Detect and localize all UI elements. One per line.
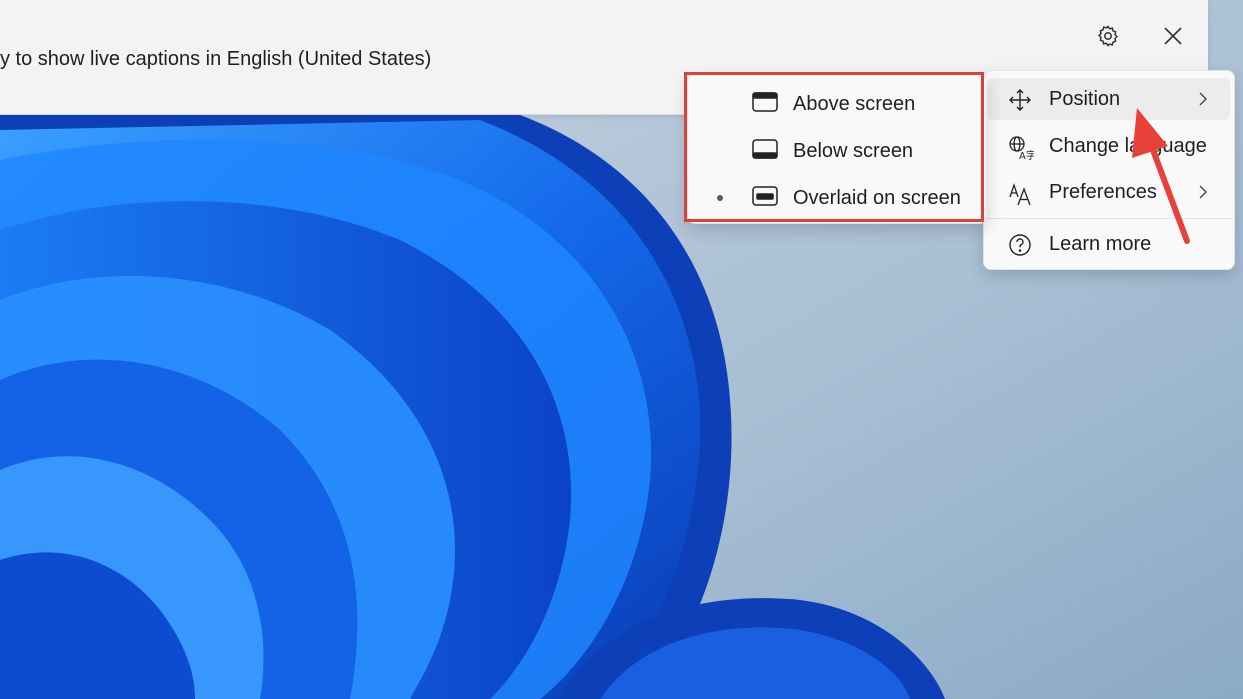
menu-item-label: Learn more xyxy=(1049,232,1152,255)
window-bottom-bar-icon xyxy=(752,139,778,164)
submenu-item-below-screen[interactable]: Below screen xyxy=(692,129,982,173)
submenu-item-above-screen[interactable]: Above screen xyxy=(692,82,982,126)
settings-menu: Position A字 Change language Preferences xyxy=(983,70,1235,270)
menu-item-change-language[interactable]: A字 Change language xyxy=(988,125,1230,167)
gear-icon xyxy=(1096,24,1120,48)
move-arrows-icon xyxy=(1008,88,1031,111)
window-top-bar-icon xyxy=(752,92,778,117)
submenu-item-label: Below screen xyxy=(793,140,914,162)
menu-item-learn-more[interactable]: Learn more xyxy=(988,223,1230,265)
menu-item-label: Change language xyxy=(1049,134,1207,157)
chevron-right-icon xyxy=(1198,91,1208,112)
menu-item-position[interactable]: Position xyxy=(988,78,1230,120)
close-button[interactable] xyxy=(1155,20,1191,52)
svg-text:A字: A字 xyxy=(1019,149,1034,161)
menu-separator xyxy=(984,218,1234,219)
submenu-item-label: Overlaid on screen xyxy=(793,187,961,209)
help-icon xyxy=(1008,233,1031,256)
window-overlay-bar-icon xyxy=(752,186,778,211)
position-submenu: Above screen Below screen Overlaid on sc… xyxy=(687,74,987,224)
close-icon xyxy=(1163,26,1183,46)
menu-item-label: Preferences xyxy=(1049,180,1157,203)
text-size-icon xyxy=(1008,181,1031,206)
menu-item-label: Position xyxy=(1049,87,1121,110)
chevron-right-icon xyxy=(1198,184,1208,205)
menu-item-preferences[interactable]: Preferences xyxy=(988,171,1230,213)
language-icon: A字 xyxy=(1008,135,1036,162)
submenu-item-overlaid-on-screen[interactable]: Overlaid on screen xyxy=(692,176,982,220)
settings-button[interactable] xyxy=(1090,20,1126,52)
caption-text: y to show live captions in English (Unit… xyxy=(0,48,432,70)
submenu-item-label: Above screen xyxy=(793,93,916,115)
selected-indicator-icon xyxy=(717,195,723,201)
